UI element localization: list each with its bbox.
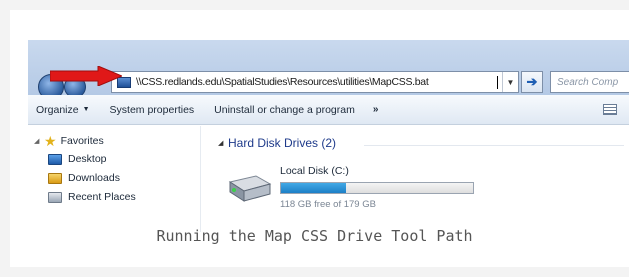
- group-header[interactable]: ◢ Hard Disk Drives (2): [218, 136, 336, 150]
- drive-name[interactable]: Local Disk (C:): [280, 165, 349, 177]
- search-input[interactable]: Search Comp: [550, 71, 629, 93]
- chevron-down-icon: ▼: [82, 106, 90, 113]
- group-divider: [364, 145, 624, 146]
- sidebar-item-label: Favorites: [60, 135, 104, 147]
- command-bar: Organize ▼ System properties Uninstall o…: [28, 95, 629, 125]
- sidebar-item-downloads[interactable]: Downloads: [48, 172, 120, 184]
- group-label: Hard Disk Drives (2): [228, 136, 337, 150]
- text-caret: [497, 75, 498, 89]
- downloads-icon: [48, 172, 62, 184]
- red-arrow-icon: [50, 66, 122, 86]
- organize-button[interactable]: Organize ▼: [28, 104, 100, 116]
- sidebar-item-desktop[interactable]: Desktop: [48, 153, 107, 165]
- view-options-icon[interactable]: [603, 104, 617, 115]
- navigation-pane: ◢ ★ Favorites Desktop Downloads Recent P…: [28, 126, 198, 232]
- go-button[interactable]: ➔: [521, 71, 543, 93]
- sidebar-item-label: Downloads: [68, 172, 120, 184]
- content-pane: ◢ Hard Disk Drives (2) Local Disk (C:) 1…: [204, 126, 629, 232]
- figure-caption: Running the Map CSS Drive Tool Path: [156, 227, 473, 245]
- drive-usage-bar: [280, 182, 474, 194]
- uninstall-program-button[interactable]: Uninstall or change a program: [204, 104, 365, 116]
- pane-divider: [200, 126, 201, 232]
- organize-label: Organize: [36, 103, 79, 116]
- drive-usage-fill: [281, 183, 347, 193]
- address-path[interactable]: \\CSS.redlands.edu\SpatialStudies\Resour…: [136, 76, 497, 88]
- sidebar-item-favorites[interactable]: ◢ ★ Favorites: [34, 134, 104, 148]
- system-properties-button[interactable]: System properties: [100, 104, 205, 116]
- address-bar[interactable]: \\CSS.redlands.edu\SpatialStudies\Resour…: [111, 71, 519, 93]
- recent-places-icon: [48, 191, 62, 203]
- star-icon: ★: [44, 133, 57, 149]
- collapse-triangle-icon[interactable]: ◢: [218, 139, 228, 147]
- desktop-icon: [48, 153, 62, 165]
- more-commands-button[interactable]: »: [365, 104, 387, 115]
- sidebar-item-label: Desktop: [68, 153, 107, 165]
- drive-free-space: 118 GB free of 179 GB: [280, 199, 376, 210]
- hard-drive-icon[interactable]: [226, 174, 272, 204]
- sidebar-item-recent-places[interactable]: Recent Places: [48, 191, 136, 203]
- sidebar-item-label: Recent Places: [68, 191, 136, 203]
- expand-triangle-icon[interactable]: ◢: [34, 137, 44, 145]
- address-dropdown-button[interactable]: ▼: [502, 72, 518, 92]
- explorer-screenshot: \\CSS.redlands.edu\SpatialStudies\Resour…: [28, 40, 629, 232]
